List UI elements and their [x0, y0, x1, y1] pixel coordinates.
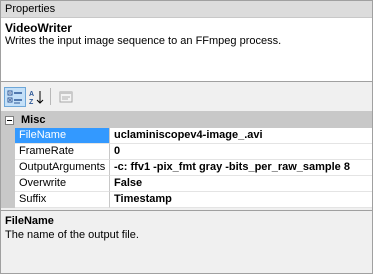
component-description: Writes the input image sequence to an FF…	[5, 35, 282, 47]
component-header: VideoWriter Writes the input image seque…	[1, 18, 372, 82]
property-grid-toolbar: A Z	[1, 83, 372, 110]
alphabetical-button[interactable]: A Z	[25, 87, 47, 107]
description-title: FileName	[5, 215, 54, 227]
category-row-misc[interactable]: Misc	[1, 112, 372, 128]
category-label: Misc	[21, 114, 46, 126]
categorized-icon	[7, 90, 22, 104]
property-name[interactable]: OutputArguments	[15, 160, 110, 176]
property-name[interactable]: Suffix	[15, 192, 110, 208]
component-name: VideoWriter	[5, 21, 72, 35]
property-row-framerate[interactable]: FrameRate 0	[1, 144, 372, 160]
collapse-icon[interactable]	[5, 115, 14, 125]
description-text: The name of the output file.	[5, 229, 139, 241]
svg-text:A: A	[29, 91, 34, 98]
properties-panel: Properties VideoWriter Writes the input …	[0, 0, 373, 274]
property-value[interactable]: 0	[110, 144, 372, 160]
categorized-button[interactable]	[4, 87, 26, 107]
property-grid: Misc FileName uclaminiscopev4-image_.avi…	[1, 111, 372, 208]
property-row-outputarguments[interactable]: OutputArguments -c: ffv1 -pix_fmt gray -…	[1, 160, 372, 176]
property-pages-icon	[59, 91, 73, 103]
property-value[interactable]: False	[110, 176, 372, 192]
panel-title: Properties	[1, 1, 372, 18]
property-name[interactable]: FrameRate	[15, 144, 110, 160]
svg-text:Z: Z	[29, 99, 34, 105]
property-name[interactable]: Overwrite	[15, 176, 110, 192]
property-value[interactable]: -c: ffv1 -pix_fmt gray -bits_per_raw_sam…	[110, 160, 372, 176]
property-row-suffix[interactable]: Suffix Timestamp	[1, 192, 372, 208]
property-value[interactable]: Timestamp	[110, 192, 372, 208]
sort-az-icon: A Z	[29, 91, 44, 105]
toolbar-separator	[50, 88, 51, 105]
property-row-overwrite[interactable]: Overwrite False	[1, 176, 372, 192]
description-pane: FileName The name of the output file.	[1, 210, 372, 273]
property-pages-button[interactable]	[55, 87, 77, 107]
property-name[interactable]: FileName	[15, 128, 110, 144]
property-value[interactable]: uclaminiscopev4-image_.avi	[110, 128, 372, 144]
property-row-filename[interactable]: FileName uclaminiscopev4-image_.avi	[1, 128, 372, 144]
